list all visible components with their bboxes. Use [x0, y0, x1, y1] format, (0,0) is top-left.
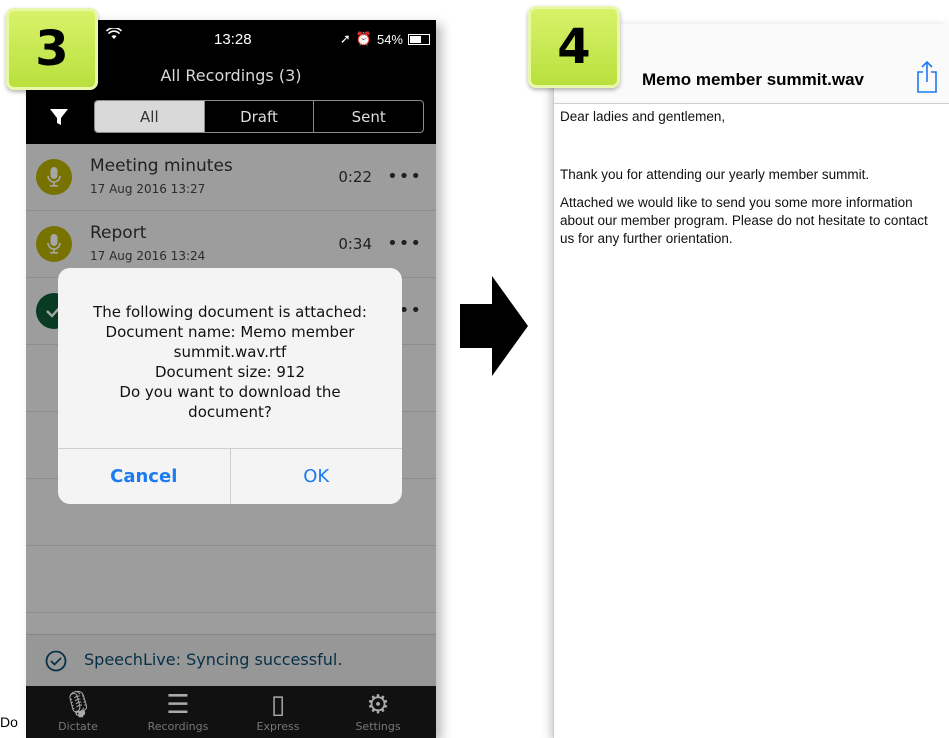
tab-label: Settings [355, 720, 401, 733]
tab-label: Express [256, 720, 300, 733]
filter-segmented-control: All Draft Sent [94, 100, 424, 133]
alert-line: document? [188, 403, 272, 421]
recordings-screen: 13:28 ➚ ⏰ 54% All Recordings (3) All Dra… [26, 20, 436, 738]
tab-label: Dictate [58, 720, 98, 733]
segment-sent[interactable]: Sent [314, 101, 423, 132]
download-alert-dialog: The following document is attached: Docu… [58, 268, 402, 504]
document-paragraph: Attached we would like to send you some … [560, 195, 928, 246]
document-paragraph: Dear ladies and gentlemen, [560, 109, 726, 124]
caption-text: Do [0, 714, 18, 730]
alarm-icon: ⏰ [355, 31, 372, 46]
location-icon: ➚ [339, 31, 351, 46]
status-time: 13:28 [214, 31, 252, 48]
document-paragraph: Thank you for attending our yearly membe… [560, 167, 870, 182]
share-icon[interactable] [915, 60, 939, 94]
microphone-icon: 🎙 [61, 690, 95, 720]
tab-express[interactable]: ▯ Express [238, 690, 318, 733]
tab-bar: 🎙 Dictate ☰ Recordings ▯ Express ⚙ Setti… [26, 686, 436, 738]
step-badge: 4 [528, 6, 620, 88]
arrow-right-icon [460, 276, 528, 376]
tab-dictate[interactable]: 🎙 Dictate [38, 690, 118, 733]
phone-vibrate-icon: ▯ [270, 690, 286, 720]
alert-message: The following document is attached: Docu… [72, 302, 388, 422]
document-body: Dear ladies and gentlemen, Thank you for… [560, 108, 941, 258]
ok-button[interactable]: OK [231, 449, 403, 504]
gear-icon: ⚙ [366, 690, 390, 720]
tab-recordings[interactable]: ☰ Recordings [138, 690, 218, 733]
segment-draft[interactable]: Draft [205, 101, 315, 132]
alert-line: The following document is attached: [93, 303, 367, 321]
alert-line: summit.wav.rtf [173, 343, 287, 361]
alert-line: Do you want to download the [119, 383, 341, 401]
segment-all[interactable]: All [95, 101, 205, 132]
tab-label: Recordings [147, 720, 209, 733]
filter-icon[interactable] [48, 106, 70, 128]
battery-icon [408, 33, 430, 45]
document-viewer: Memo member summit.wav Dear ladies and g… [553, 24, 949, 738]
step-badge: 3 [6, 8, 98, 90]
alert-line: Document name: Memo member [105, 323, 355, 341]
wifi-icon [105, 27, 123, 44]
battery-percent: 54% [376, 31, 403, 47]
alert-line: Document size: 912 [154, 363, 305, 381]
document-title: Memo member summit.wav [642, 70, 865, 89]
list-icon: ☰ [166, 690, 190, 720]
tab-settings[interactable]: ⚙ Settings [338, 690, 418, 733]
cancel-button[interactable]: Cancel [58, 449, 231, 504]
